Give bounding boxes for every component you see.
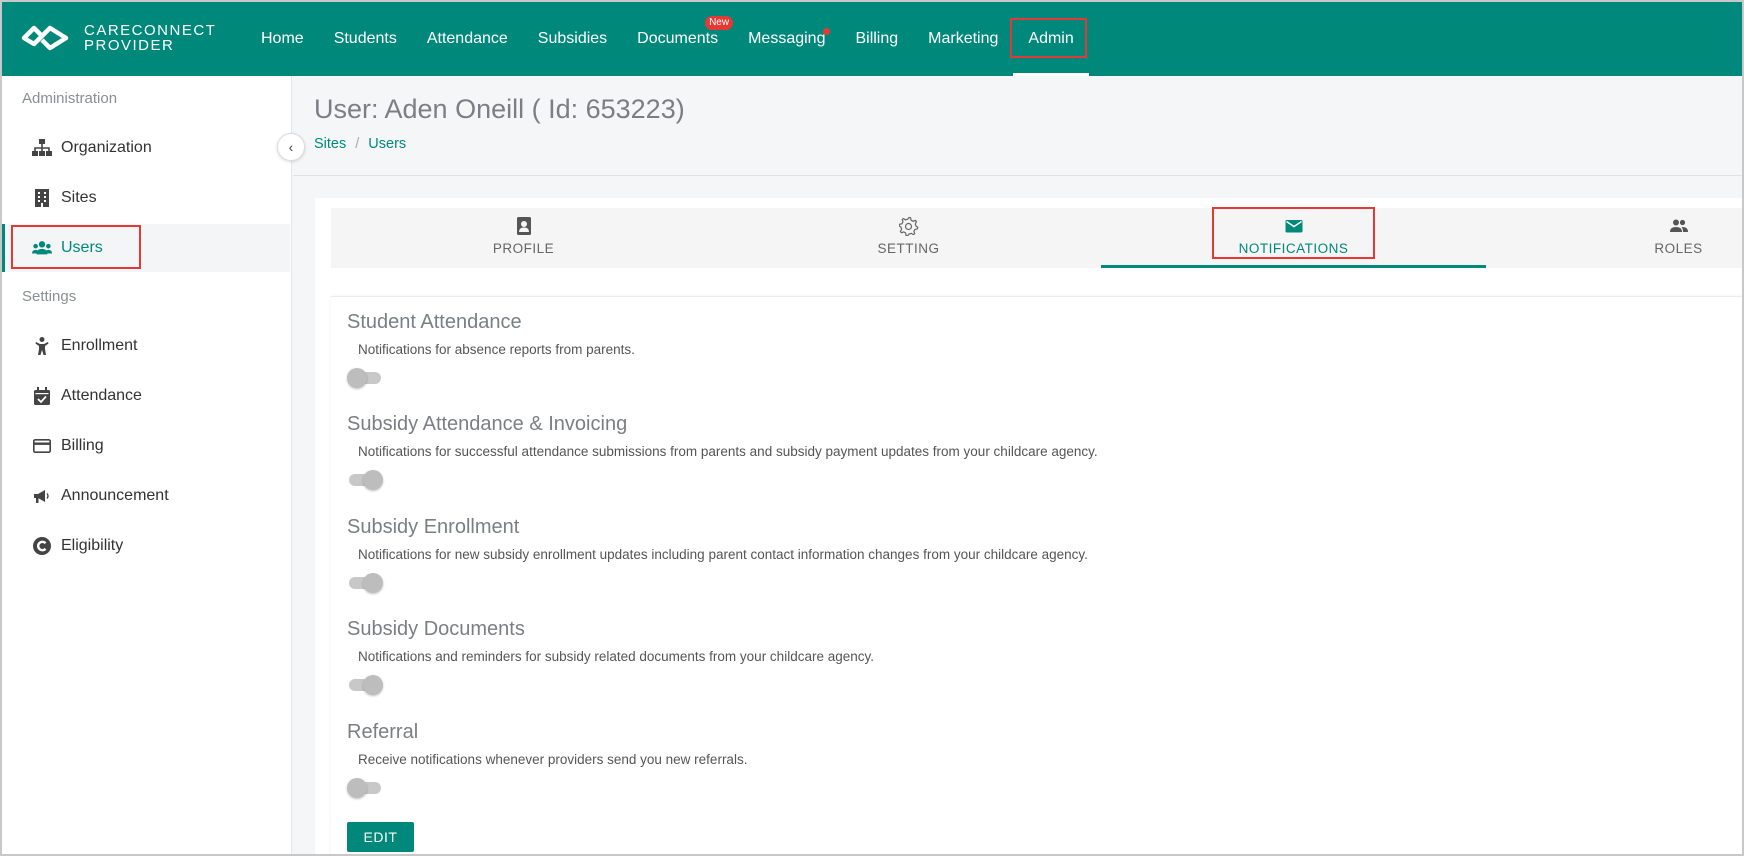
sitemap-icon (32, 138, 52, 158)
sidebar-item-enrollment[interactable]: Enrollment (2, 322, 290, 370)
users-icon (32, 238, 52, 258)
sidebar: Administration Organization Sites Users … (2, 76, 292, 854)
eligibility-icon (32, 536, 52, 556)
nav-subsidies[interactable]: Subsidies (523, 2, 622, 76)
sidebar-item-announcement[interactable]: Announcement (2, 472, 290, 520)
notification-description: Notifications for successful attendance … (358, 444, 1098, 459)
sidebar-item-label: Enrollment (61, 337, 138, 354)
credit-card-icon (32, 436, 52, 456)
nav-documents[interactable]: Documents New (622, 2, 734, 76)
user-detail-card: PROFILE SETTING NOTIFICATIONS ROLES Stud… (315, 198, 1742, 854)
tab-label: PROFILE (492, 241, 555, 256)
sidebar-item-label: Sites (61, 189, 97, 206)
sidebar-item-organization[interactable]: Organization (2, 124, 290, 172)
page-title: User: Aden Oneill ( Id: 653223) (314, 94, 685, 124)
sidebar-heading-settings: Settings (22, 288, 77, 305)
brand-name: CARECONNECT (84, 22, 217, 39)
sidebar-item-label: Billing (61, 437, 104, 454)
notification-toggle[interactable] (347, 572, 383, 593)
sidebar-item-users[interactable]: Users (2, 224, 290, 272)
notification-description: Notifications for new subsidy enrollment… (358, 547, 1088, 562)
sidebar-item-eligibility[interactable]: Eligibility (2, 522, 290, 570)
nav-documents-label: Documents (637, 30, 719, 47)
sidebar-item-label: Eligibility (61, 537, 124, 554)
notification-title: Referral (347, 721, 419, 743)
notification-title: Subsidy Documents (347, 618, 525, 640)
notification-toggle[interactable] (347, 367, 383, 388)
breadcrumb-separator: / (355, 136, 360, 152)
megaphone-icon (32, 486, 52, 506)
contact-card-icon (516, 217, 531, 235)
notification-referral: Referral Receive notifications whenever … (347, 721, 748, 798)
calendar-check-icon (32, 386, 52, 406)
notification-description: Notifications and reminders for subsidy … (358, 649, 874, 664)
notification-title: Subsidy Attendance & Invoicing (347, 413, 628, 435)
sidebar-item-label: Attendance (61, 387, 142, 404)
child-icon (32, 336, 52, 356)
brand-logo[interactable]: CARECONNECT PROVIDER (20, 22, 216, 54)
notification-subsidy-documents: Subsidy Documents Notifications and remi… (347, 618, 874, 695)
nav-attendance[interactable]: Attendance (412, 2, 523, 76)
main-nav: Home Students Attendance Subsidies Docum… (246, 2, 1090, 76)
careconnect-logo-icon (21, 25, 69, 51)
unread-dot (823, 28, 831, 35)
nav-students[interactable]: Students (319, 2, 412, 76)
breadcrumb: Sites / Users (314, 136, 406, 152)
chevron-left-icon: ‹ (288, 139, 294, 155)
tab-roles[interactable]: ROLES (1486, 208, 1742, 268)
sidebar-heading-administration: Administration (22, 90, 118, 107)
notification-subsidy-attendance-invoicing: Subsidy Attendance & Invoicing Notificat… (347, 413, 1098, 490)
tab-setting[interactable]: SETTING (716, 208, 1101, 268)
nav-marketing[interactable]: Marketing (913, 2, 1013, 76)
notification-description: Notifications for absence reports from p… (358, 342, 635, 357)
sidebar-item-sites[interactable]: Sites (2, 174, 290, 222)
header-divider (293, 175, 1742, 176)
new-badge: New (705, 16, 734, 30)
tab-label: ROLES (1654, 241, 1703, 256)
people-icon (1669, 219, 1688, 232)
tab-notifications[interactable]: NOTIFICATIONS (1101, 208, 1486, 268)
building-icon (32, 188, 52, 208)
brand-subname: PROVIDER (84, 37, 175, 54)
sidebar-item-attendance[interactable]: Attendance (2, 372, 290, 420)
nav-messaging[interactable]: Messaging (733, 2, 840, 76)
sidebar-item-label: Announcement (61, 487, 169, 504)
tab-label: NOTIFICATIONS (1238, 241, 1349, 256)
notification-subsidy-enrollment: Subsidy Enrollment Notifications for new… (347, 516, 1088, 593)
user-tabs: PROFILE SETTING NOTIFICATIONS ROLES (331, 208, 1742, 268)
top-navbar: CARECONNECT PROVIDER Home Students Atten… (2, 2, 1742, 76)
envelope-icon (1285, 220, 1302, 233)
tab-profile[interactable]: PROFILE (331, 208, 716, 268)
notification-title: Subsidy Enrollment (347, 516, 520, 538)
notification-toggle[interactable] (347, 777, 383, 798)
notification-student-attendance: Student Attendance Notifications for abs… (347, 311, 635, 388)
nav-home[interactable]: Home (246, 2, 319, 76)
notifications-panel: Student Attendance Notifications for abs… (331, 296, 1742, 854)
notification-toggle[interactable] (347, 674, 383, 695)
breadcrumb-sites[interactable]: Sites (314, 136, 346, 152)
nav-admin[interactable]: Admin (1013, 2, 1090, 76)
collapse-sidebar-button[interactable]: ‹ (277, 133, 305, 161)
nav-billing[interactable]: Billing (840, 2, 913, 76)
notification-title: Student Attendance (347, 311, 522, 333)
breadcrumb-users[interactable]: Users (368, 136, 406, 152)
tab-label: SETTING (877, 241, 940, 256)
sidebar-item-label: Users (61, 239, 103, 256)
edit-button[interactable]: EDIT (347, 822, 414, 852)
gear-icon (898, 216, 918, 236)
app-window: CARECONNECT PROVIDER Home Students Atten… (0, 0, 1744, 856)
notification-toggle[interactable] (347, 469, 383, 490)
notification-description: Receive notifications whenever providers… (358, 752, 748, 767)
nav-messaging-label: Messaging (748, 30, 826, 47)
sidebar-item-billing[interactable]: Billing (2, 422, 290, 470)
sidebar-item-label: Organization (61, 139, 152, 156)
